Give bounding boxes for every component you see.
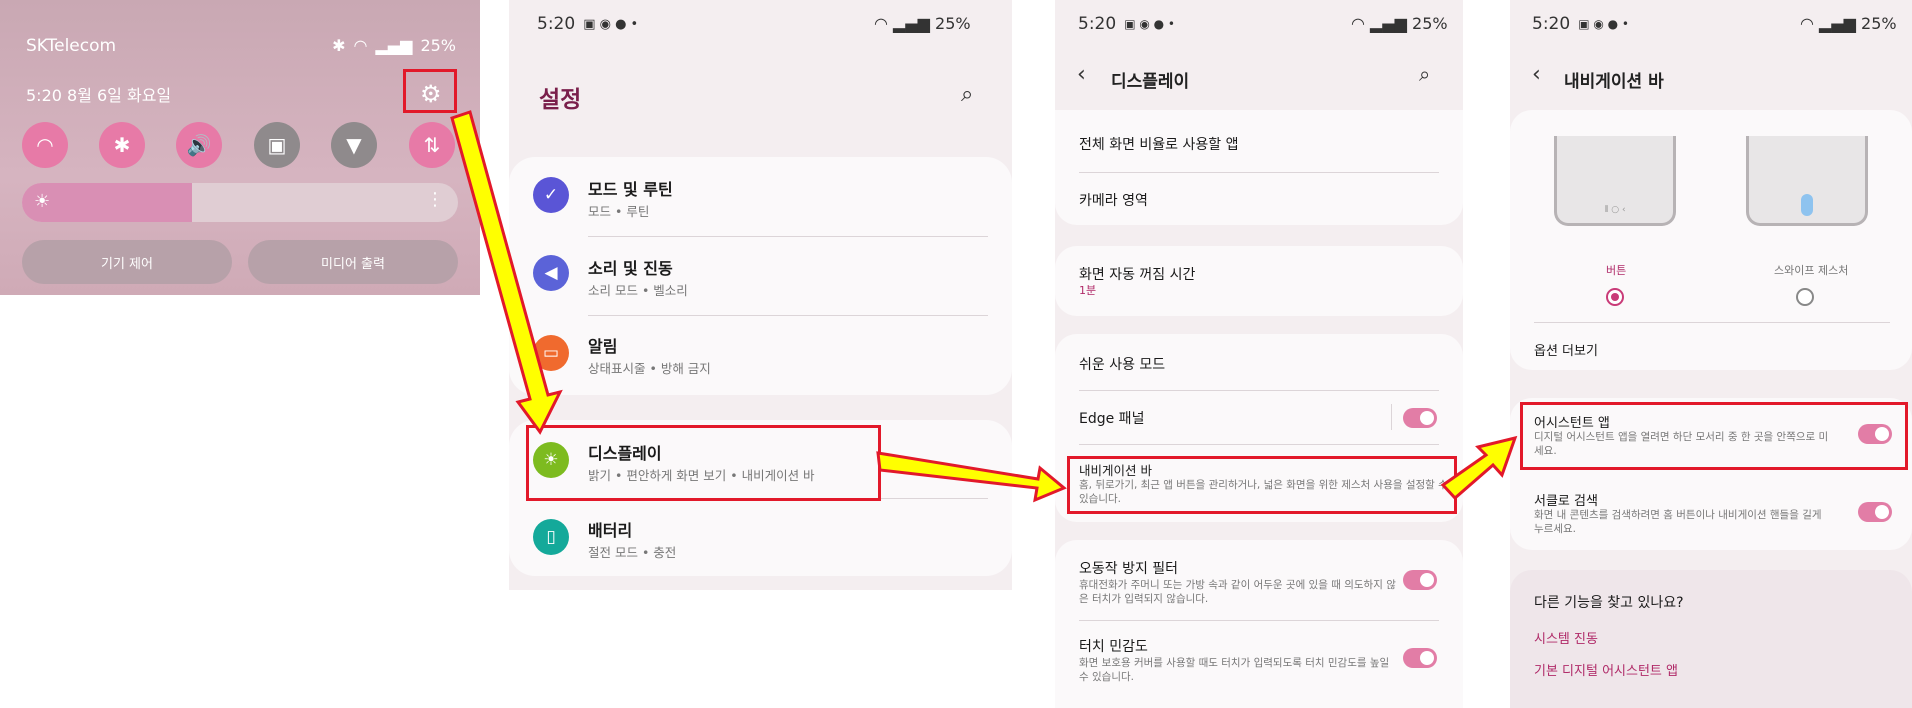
arrow-gear-to-display [450,110,563,435]
arrow-display-to-navbar [876,451,1067,503]
annotation-arrows [450,110,1518,503]
arrow-navbar-to-assistant [1440,435,1518,501]
